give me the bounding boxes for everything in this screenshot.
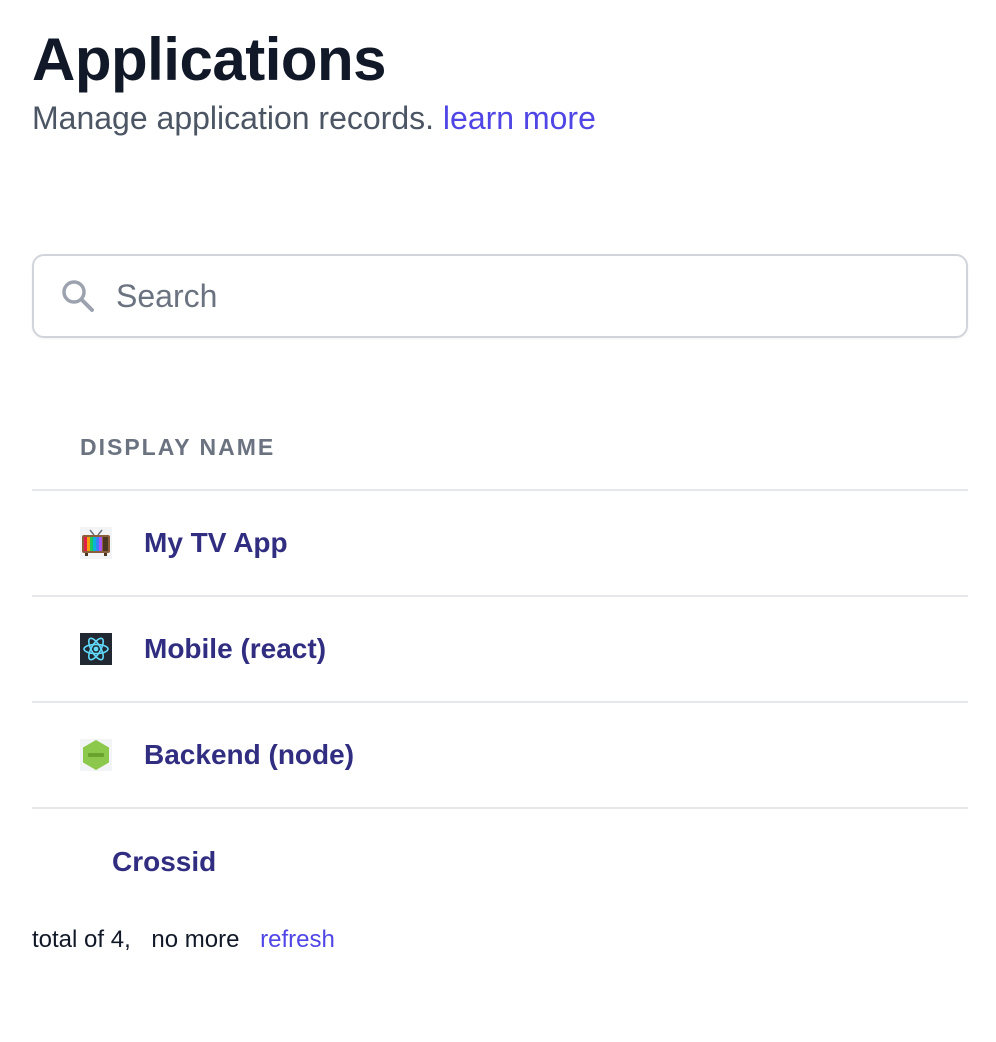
applications-table: DISPLAY NAME My TV App Mobile (react) Ba… [32, 408, 968, 915]
subtitle-text: Manage application records. [32, 100, 435, 136]
page-header: Applications Manage application records.… [32, 24, 596, 138]
page-subtitle: Manage application records. learn more [32, 98, 596, 138]
page-title: Applications [32, 26, 387, 93]
app-name-link[interactable]: My TV App [144, 527, 288, 559]
table-row[interactable]: Crossid [32, 809, 968, 915]
table-row[interactable]: Backend (node) [32, 703, 968, 809]
app-name-link[interactable]: Mobile (react) [144, 633, 326, 665]
no-more-label: no more [151, 926, 240, 953]
pagination-footer: total of 4, no more refresh [32, 926, 335, 954]
search-box[interactable] [32, 254, 968, 338]
react-icon [80, 633, 112, 665]
table-row[interactable]: My TV App [32, 491, 968, 597]
search-icon [60, 278, 96, 314]
learn-more-link[interactable]: learn more [443, 100, 596, 136]
app-name-link[interactable]: Backend (node) [144, 739, 354, 771]
app-name-link[interactable]: Crossid [112, 846, 216, 878]
table-header: DISPLAY NAME [32, 408, 968, 491]
tv-icon [80, 527, 112, 559]
nodejs-icon [80, 739, 112, 771]
refresh-link[interactable]: refresh [260, 926, 335, 954]
table-row[interactable]: Mobile (react) [32, 597, 968, 703]
total-count: total of 4, [32, 926, 131, 953]
column-header-display-name: DISPLAY NAME [80, 434, 276, 460]
search-input[interactable] [116, 256, 966, 336]
